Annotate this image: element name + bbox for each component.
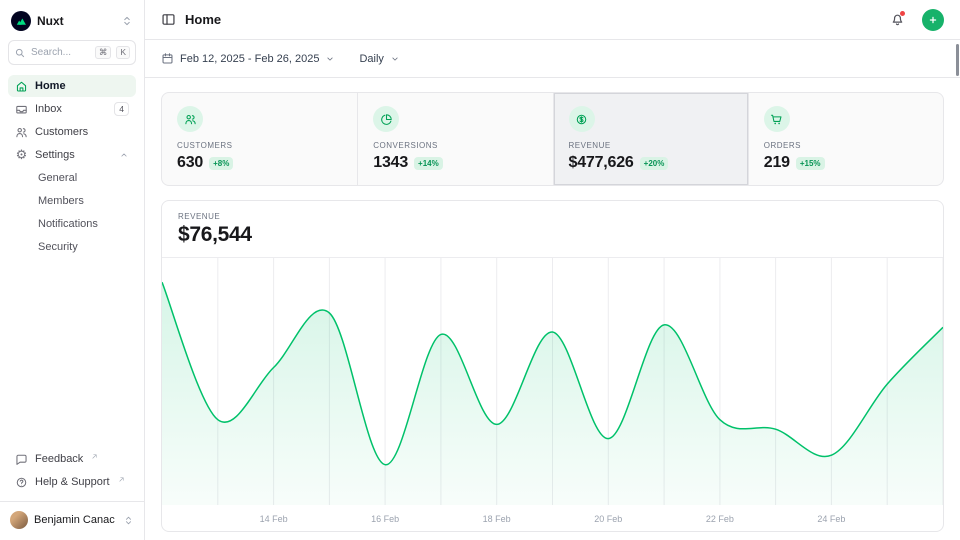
pie-chart-icon: [373, 106, 399, 132]
users-icon: [15, 126, 28, 139]
stat-card-customers[interactable]: CUSTOMERS 630 +8%: [162, 93, 357, 185]
workspace-name: Nuxt: [37, 14, 115, 28]
search-box[interactable]: ⌘ K: [8, 40, 136, 65]
chevron-up-icon: [119, 150, 129, 160]
stat-trend-badge: +8%: [209, 157, 233, 170]
sidebar-item-label: Security: [38, 241, 78, 253]
notification-dot: [900, 11, 905, 16]
main-panel: Home Feb 12, 2025 - Feb 26, 2025: [145, 0, 960, 540]
external-link-icon: [91, 453, 98, 460]
stat-label: CONVERSIONS: [373, 141, 537, 150]
x-axis-tick-label: 20 Feb: [594, 514, 622, 524]
stat-label: ORDERS: [764, 141, 928, 150]
stat-value: 1343: [373, 154, 408, 172]
inbox-icon: [15, 103, 28, 116]
search-icon: [14, 47, 26, 59]
stat-trend-badge: +20%: [640, 157, 669, 170]
revenue-chart-card: REVENUE $76,544 14 Feb: [161, 200, 944, 532]
external-link-icon: [118, 476, 125, 483]
content-area: CUSTOMERS 630 +8% CONVERSIONS 1343 +14%: [145, 78, 960, 540]
chevron-down-icon: [390, 54, 400, 64]
x-axis-tick-label: 24 Feb: [817, 514, 845, 524]
granularity-select[interactable]: Daily: [359, 53, 399, 65]
chat-icon: [15, 453, 28, 466]
sidebar-item-home[interactable]: Home: [8, 75, 136, 97]
bell-icon[interactable]: [890, 12, 905, 27]
sidebar-item-label: Notifications: [38, 218, 98, 230]
filter-toolbar: Feb 12, 2025 - Feb 26, 2025 Daily: [145, 40, 960, 78]
kbd-k: K: [116, 46, 130, 59]
granularity-label: Daily: [359, 53, 383, 65]
panel-left-icon[interactable]: [161, 12, 176, 27]
home-icon: [15, 80, 28, 93]
chart-svg: 14 Feb 16 Feb 18 Feb 20 Feb 22 Feb 24 Feb: [162, 258, 943, 531]
kbd-cmd: ⌘: [95, 46, 112, 59]
sidebar-footer: Feedback Help & Support Benjamin Canac: [8, 448, 136, 532]
stat-value: 219: [764, 154, 790, 172]
sidebar-item-members[interactable]: Members: [8, 190, 136, 212]
sidebar-item-label: General: [38, 172, 77, 184]
stat-label: REVENUE: [569, 141, 733, 150]
page-title: Home: [185, 12, 221, 27]
sidebar-item-inbox[interactable]: Inbox 4: [8, 98, 136, 120]
stat-card-conversions[interactable]: CONVERSIONS 1343 +14%: [357, 93, 552, 185]
nuxt-logo: [11, 11, 31, 31]
dashboard-app: Nuxt ⌘ K Home Inbo: [0, 0, 960, 540]
stat-card-orders[interactable]: ORDERS 219 +15%: [748, 93, 943, 185]
x-axis-tick-label: 16 Feb: [371, 514, 399, 524]
x-axis-tick-label: 18 Feb: [483, 514, 511, 524]
add-button[interactable]: [922, 9, 944, 31]
page-header: Home: [145, 0, 960, 40]
chevron-down-icon: [325, 54, 335, 64]
chart-title: REVENUE: [178, 212, 927, 221]
sidebar-item-label: Feedback: [35, 453, 83, 465]
users-icon: [177, 106, 203, 132]
sidebar-item-label: Home: [35, 80, 129, 92]
date-range-label: Feb 12, 2025 - Feb 26, 2025: [180, 53, 319, 65]
sidebar-item-security[interactable]: Security: [8, 236, 136, 258]
sidebar-item-settings[interactable]: ⚙ Settings: [8, 144, 136, 166]
sidebar-item-label: Settings: [35, 149, 112, 161]
sidebar: Nuxt ⌘ K Home Inbo: [0, 0, 145, 540]
search-input[interactable]: [31, 47, 90, 58]
sidebar-item-label: Inbox: [35, 103, 107, 115]
sidebar-item-help-support[interactable]: Help & Support: [8, 471, 136, 493]
workspace-switcher[interactable]: Nuxt: [8, 8, 136, 40]
scrollbar-thumb[interactable]: [956, 44, 959, 76]
x-axis-tick-label: 22 Feb: [706, 514, 734, 524]
avatar: [10, 511, 28, 529]
help-circle-icon: [15, 476, 28, 489]
gear-icon: ⚙: [15, 149, 28, 162]
chevrons-up-down-icon: [123, 515, 134, 526]
chart-total-value: $76,544: [178, 223, 927, 247]
sidebar-item-feedback[interactable]: Feedback: [8, 448, 136, 470]
sidebar-item-customers[interactable]: Customers: [8, 121, 136, 143]
revenue-area-chart: 14 Feb 16 Feb 18 Feb 20 Feb 22 Feb 24 Feb: [162, 258, 943, 531]
stat-trend-badge: +14%: [414, 157, 443, 170]
sidebar-item-general[interactable]: General: [8, 167, 136, 189]
sidebar-item-label: Help & Support: [35, 476, 110, 488]
stat-value: 630: [177, 154, 203, 172]
sidebar-item-label: Customers: [35, 126, 129, 138]
stat-trend-badge: +15%: [796, 157, 825, 170]
chevrons-up-down-icon[interactable]: [121, 15, 133, 27]
stat-card-revenue[interactable]: REVENUE $477,626 +20%: [553, 93, 748, 185]
stat-value: $477,626: [569, 154, 634, 172]
sidebar-item-label: Members: [38, 195, 84, 207]
stat-label: CUSTOMERS: [177, 141, 342, 150]
calendar-icon: [161, 52, 174, 65]
chart-header: REVENUE $76,544: [162, 201, 943, 258]
user-name: Benjamin Canac: [34, 514, 117, 526]
cart-icon: [764, 106, 790, 132]
x-axis-tick-label: 14 Feb: [260, 514, 288, 524]
sidebar-item-notifications[interactable]: Notifications: [8, 213, 136, 235]
date-range-button[interactable]: Feb 12, 2025 - Feb 26, 2025: [161, 52, 335, 65]
dollar-circle-icon: [569, 106, 595, 132]
user-menu[interactable]: Benjamin Canac: [0, 501, 144, 532]
sidebar-nav: Home Inbox 4 Customers ⚙ Settings: [8, 75, 136, 258]
stats-row: CUSTOMERS 630 +8% CONVERSIONS 1343 +14%: [161, 92, 944, 186]
inbox-count-badge: 4: [114, 102, 129, 116]
